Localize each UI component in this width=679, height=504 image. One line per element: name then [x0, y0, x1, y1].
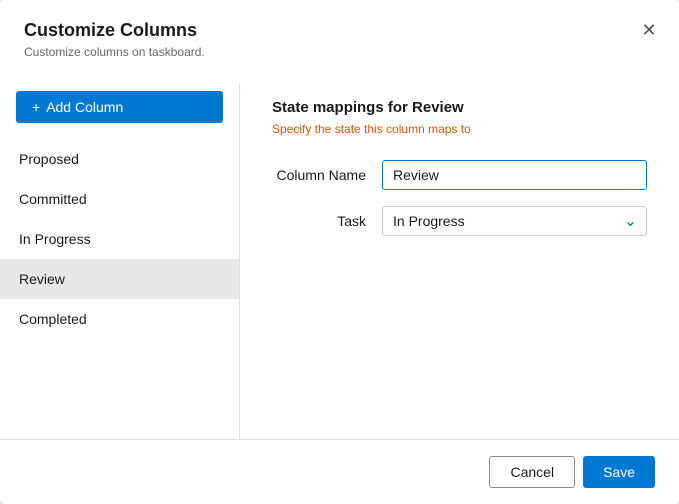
- column-name-row: Column Name: [272, 160, 647, 190]
- close-button[interactable]: ✕: [635, 16, 663, 44]
- section-hint: Specify the state this column maps to: [272, 122, 647, 136]
- cancel-button[interactable]: Cancel: [489, 456, 575, 488]
- sidebar-item-review[interactable]: Review: [0, 259, 239, 299]
- sidebar: + Add Column Proposed Committed In Progr…: [0, 83, 240, 439]
- main-content: State mappings for Review Specify the st…: [240, 83, 679, 439]
- add-column-label: Add Column: [46, 99, 123, 115]
- add-column-button[interactable]: + Add Column: [16, 91, 223, 123]
- column-list: Proposed Committed In Progress Review Co…: [0, 139, 239, 423]
- dialog-body: + Add Column Proposed Committed In Progr…: [0, 67, 679, 439]
- section-title: State mappings for Review: [272, 99, 647, 116]
- add-icon: +: [32, 99, 40, 115]
- sidebar-item-in-progress[interactable]: In Progress: [0, 219, 239, 259]
- save-button[interactable]: Save: [583, 456, 655, 488]
- close-icon: ✕: [641, 20, 656, 41]
- dialog-subtitle: Customize columns on taskboard.: [24, 45, 655, 59]
- task-row: Task In Progress Active Closed Resolved …: [272, 206, 647, 236]
- customize-columns-dialog: Customize Columns Customize columns on t…: [0, 0, 679, 504]
- sidebar-item-proposed[interactable]: Proposed: [0, 139, 239, 179]
- task-select[interactable]: In Progress Active Closed Resolved: [382, 206, 647, 236]
- column-name-input[interactable]: [382, 160, 647, 190]
- sidebar-item-committed[interactable]: Committed: [0, 179, 239, 219]
- sidebar-item-completed[interactable]: Completed: [0, 299, 239, 339]
- column-name-label: Column Name: [272, 167, 382, 183]
- dialog-footer: Cancel Save: [0, 439, 679, 504]
- dialog-title: Customize Columns: [24, 20, 655, 41]
- task-select-wrapper: In Progress Active Closed Resolved ⌄: [382, 206, 647, 236]
- task-label: Task: [272, 213, 382, 229]
- dialog-header: Customize Columns Customize columns on t…: [0, 0, 679, 67]
